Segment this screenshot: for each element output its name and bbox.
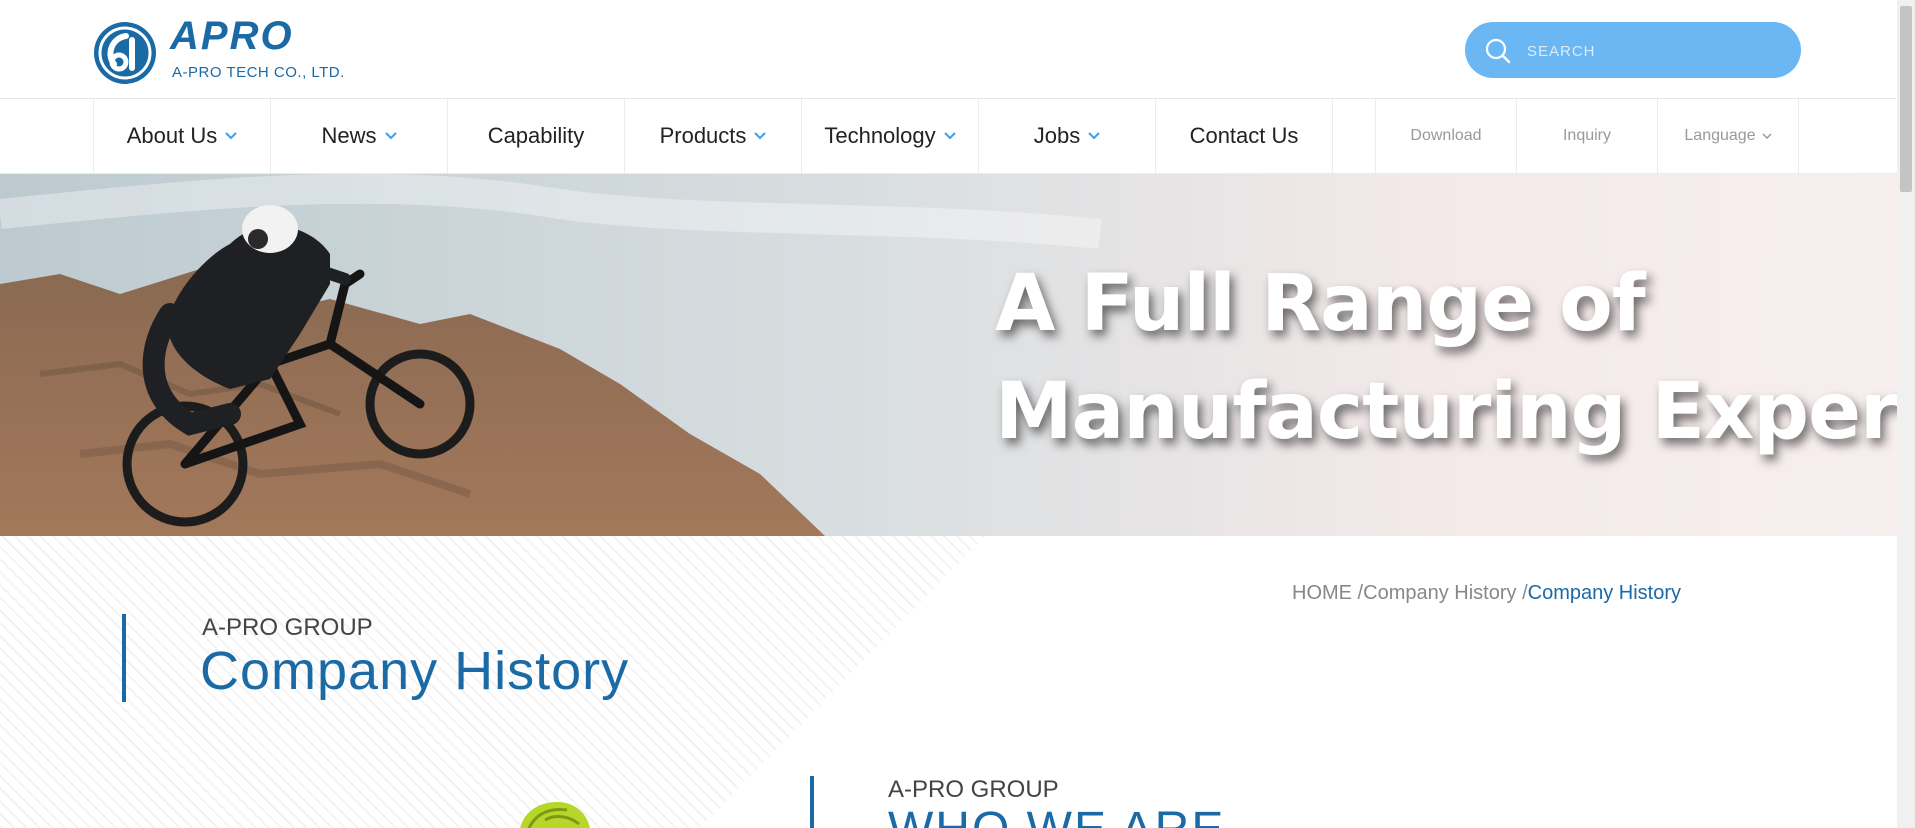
- nav-label: Technology: [824, 123, 936, 148]
- nav-label: News: [321, 123, 377, 148]
- site-header: APRO A-PRO TECH CO., LTD.: [0, 0, 1897, 99]
- nav-label: About Us: [126, 123, 218, 148]
- hero-banner: A Full Range of Manufacturing Experts: [0, 174, 1897, 536]
- nav-item-technology[interactable]: Technology: [802, 99, 979, 173]
- banner-headline: A Full Range of Manufacturing Experts: [995, 250, 1897, 466]
- breadcrumb: HOME /Company History /Company History: [1292, 582, 1681, 605]
- page-scrollbar[interactable]: [1897, 0, 1915, 828]
- search-icon[interactable]: [1483, 36, 1513, 66]
- nav-label: Capability: [487, 123, 585, 148]
- main-navigation: About Us News Capability Products Techno…: [0, 99, 1897, 174]
- who-accent-bar: [810, 776, 814, 828]
- util-label: Language: [1684, 127, 1756, 144]
- chevron-down-icon: [384, 132, 397, 140]
- title-accent-bar: [122, 614, 126, 702]
- page-title: Company History: [200, 641, 630, 701]
- breadcrumb-separator: /: [1352, 582, 1364, 604]
- helmet-image: [520, 802, 590, 828]
- page-eyebrow: A-PRO GROUP: [202, 614, 373, 641]
- banner-headline-line-2: Manufacturing Experts: [995, 367, 1897, 457]
- chevron-down-icon: [1762, 132, 1772, 139]
- logo-subtitle: A-PRO TECH CO., LTD.: [172, 64, 345, 81]
- chevron-down-icon: [754, 132, 767, 140]
- breadcrumb-section[interactable]: Company History: [1363, 582, 1516, 604]
- chevron-down-icon: [1088, 132, 1100, 140]
- nav-label: Jobs: [1033, 123, 1081, 148]
- scrollbar-thumb[interactable]: [1900, 6, 1912, 192]
- nav-item-download[interactable]: Download: [1376, 99, 1517, 173]
- search-box[interactable]: [1465, 22, 1801, 80]
- nav-item-news[interactable]: News: [271, 99, 448, 173]
- nav-item-capability[interactable]: Capability: [448, 99, 625, 173]
- logo-mark-icon: [94, 22, 156, 84]
- utility-nav: Download Inquiry Language: [1375, 99, 1799, 173]
- breadcrumb-current: Company History: [1527, 582, 1682, 604]
- who-title: WHO WE ARE: [888, 802, 1225, 828]
- who-eyebrow: A-PRO GROUP: [888, 776, 1059, 803]
- nav-item-inquiry[interactable]: Inquiry: [1517, 99, 1658, 173]
- chevron-down-icon: [943, 132, 956, 140]
- nav-item-about-us[interactable]: About Us: [94, 99, 271, 173]
- nav-item-products[interactable]: Products: [625, 99, 802, 173]
- breadcrumb-home[interactable]: HOME: [1292, 582, 1352, 604]
- chevron-down-icon: [225, 132, 237, 140]
- nav-label: Products: [659, 123, 747, 148]
- logo-wordmark: APRO: [170, 14, 294, 58]
- company-logo[interactable]: APRO A-PRO TECH CO., LTD.: [92, 14, 362, 88]
- breadcrumb-separator: /: [1516, 582, 1528, 604]
- nav-item-contact-us[interactable]: Contact Us: [1156, 99, 1333, 173]
- search-input[interactable]: [1525, 22, 1789, 80]
- nav-item-language[interactable]: Language: [1658, 99, 1799, 173]
- util-label: Inquiry: [1562, 127, 1612, 144]
- banner-headline-line-1: A Full Range of: [995, 259, 1646, 349]
- nav-item-jobs[interactable]: Jobs: [979, 99, 1156, 173]
- util-label: Download: [1410, 127, 1482, 144]
- primary-nav: About Us News Capability Products Techno…: [93, 99, 1333, 173]
- page-content: HOME /Company History /Company History A…: [0, 536, 1897, 828]
- nav-label: Contact Us: [1189, 123, 1299, 148]
